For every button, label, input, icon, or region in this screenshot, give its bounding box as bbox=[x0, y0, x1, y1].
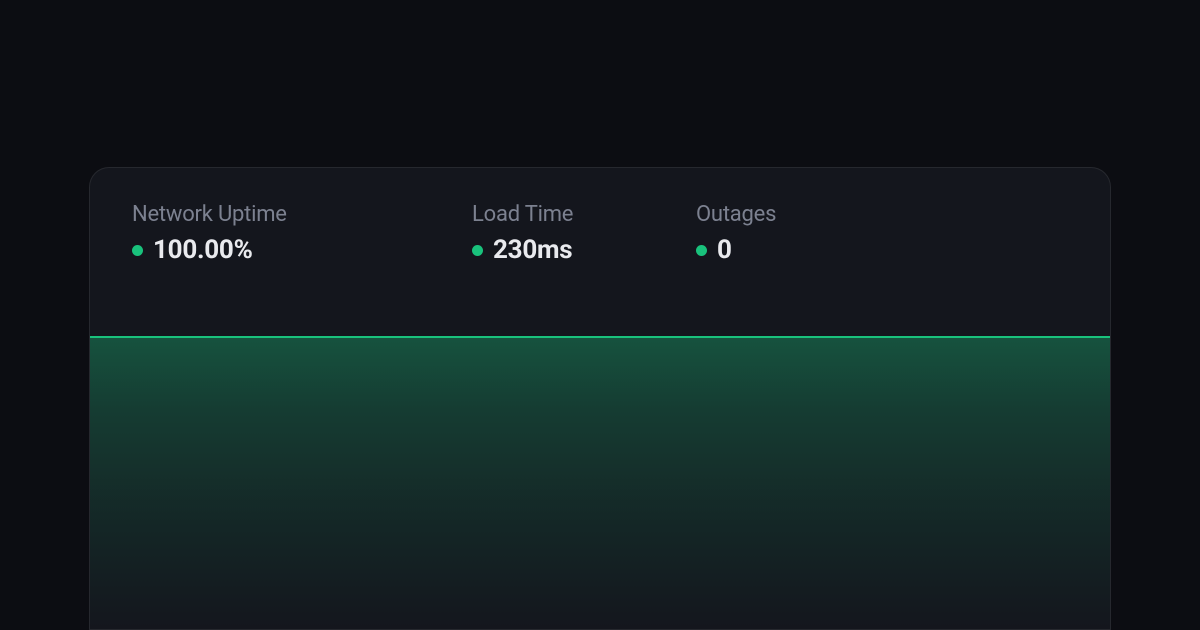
stat-uptime-label: Network Uptime bbox=[132, 202, 472, 227]
stat-outages-value: 0 bbox=[717, 235, 732, 265]
stat-load-time: Load Time 230ms bbox=[472, 202, 696, 265]
status-dot-icon bbox=[472, 245, 483, 256]
stats-row: Network Uptime 100.00% Load Time 230ms O… bbox=[90, 168, 1110, 265]
status-dot-icon bbox=[696, 245, 707, 256]
stat-load-time-value-row: 230ms bbox=[472, 235, 696, 265]
stat-load-time-label: Load Time bbox=[472, 202, 696, 227]
uptime-chart bbox=[90, 336, 1110, 629]
stat-outages-value-row: 0 bbox=[696, 235, 1068, 265]
stat-load-time-value: 230ms bbox=[493, 235, 572, 265]
stat-outages-label: Outages bbox=[696, 202, 1068, 227]
stat-uptime-value-row: 100.00% bbox=[132, 235, 472, 265]
stat-uptime: Network Uptime 100.00% bbox=[132, 202, 472, 265]
status-card: Network Uptime 100.00% Load Time 230ms O… bbox=[89, 167, 1111, 630]
stat-outages: Outages 0 bbox=[696, 202, 1068, 265]
stat-uptime-value: 100.00% bbox=[153, 235, 253, 265]
status-dot-icon bbox=[132, 245, 143, 256]
